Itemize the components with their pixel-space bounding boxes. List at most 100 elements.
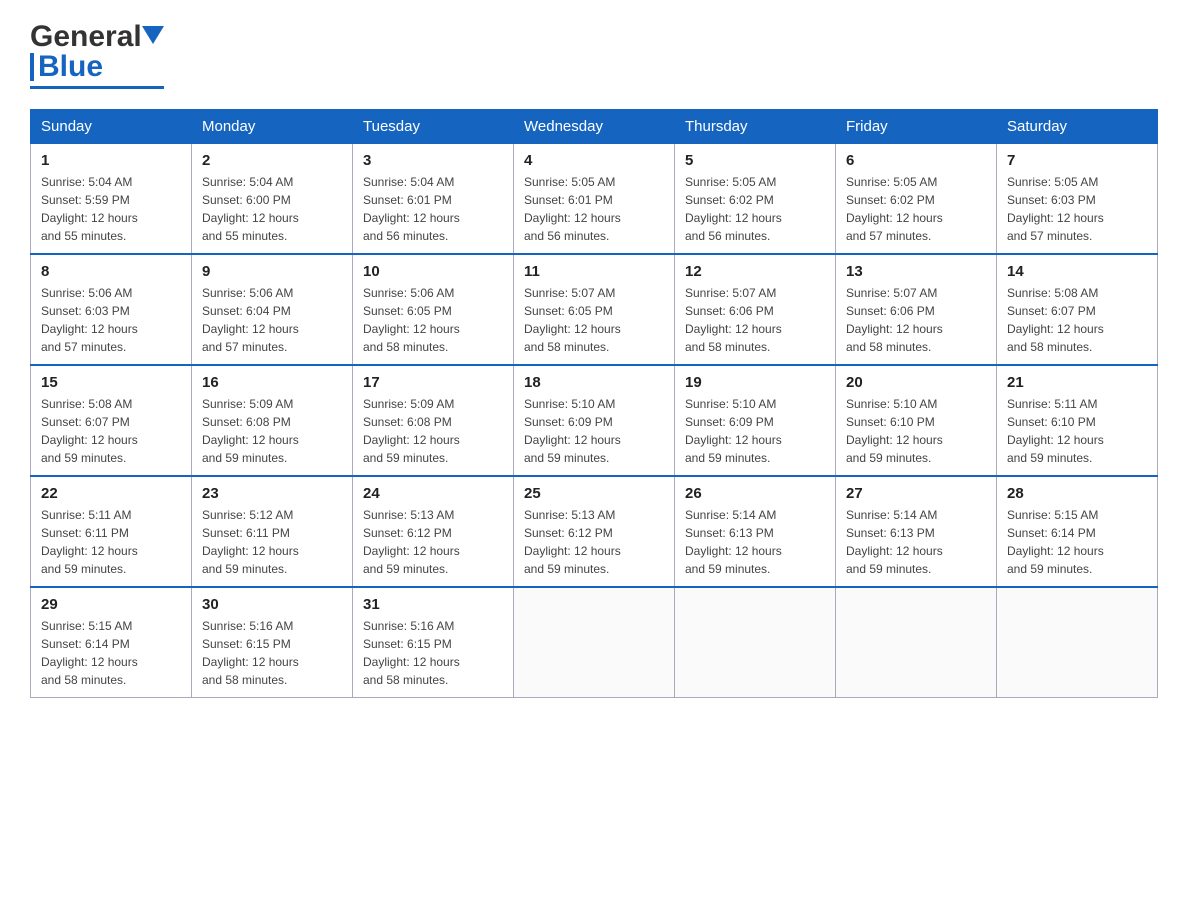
logo-blue-text: Blue xyxy=(38,50,103,84)
day-number: 14 xyxy=(1007,263,1147,280)
day-header-thursday: Thursday xyxy=(675,110,836,144)
day-number: 1 xyxy=(41,152,181,169)
calendar-cell: 18Sunrise: 5:10 AMSunset: 6:09 PMDayligh… xyxy=(514,365,675,476)
calendar-cell xyxy=(675,587,836,698)
logo: General Blue xyxy=(30,20,164,89)
calendar-cell: 31 Sunrise: 5:16 AMSunset: 6:15 PMDayligh… xyxy=(353,587,514,698)
day-info: Sunrise: 5:09 AMSunset: 6:08 PMDaylight:… xyxy=(363,395,503,467)
week-row-2: 8 Sunrise: 5:06 AMSunset: 6:03 PMDaylight… xyxy=(31,254,1158,365)
day-info: Sunrise: 5:13 AMSunset: 6:12 PMDaylight:… xyxy=(524,506,664,578)
day-number: 18 xyxy=(524,374,664,391)
day-header-wednesday: Wednesday xyxy=(514,110,675,144)
day-info: Sunrise: 5:15 AMSunset: 6:14 PMDaylight:… xyxy=(1007,506,1147,578)
week-row-4: 22 Sunrise: 5:11 AMSunset: 6:11 PMDayligh… xyxy=(31,476,1158,587)
day-info: Sunrise: 5:15 AMSunset: 6:14 PMDaylight:… xyxy=(41,617,181,689)
day-number: 19 xyxy=(685,374,825,391)
calendar-cell: 30 Sunrise: 5:16 AMSunset: 6:15 PMDayligh… xyxy=(192,587,353,698)
day-header-saturday: Saturday xyxy=(997,110,1158,144)
day-info: Sunrise: 5:06 AMSunset: 6:05 PMDaylight:… xyxy=(363,284,503,356)
day-number: 25 xyxy=(524,485,664,502)
calendar-cell xyxy=(836,587,997,698)
day-info: Sunrise: 5:11 AMSunset: 6:11 PMDaylight:… xyxy=(41,506,181,578)
day-number: 17 xyxy=(363,374,503,391)
day-number: 30 xyxy=(202,596,342,613)
days-header-row: SundayMondayTuesdayWednesdayThursdayFrid… xyxy=(31,110,1158,144)
day-number: 23 xyxy=(202,485,342,502)
calendar-cell: 20Sunrise: 5:10 AMSunset: 6:10 PMDayligh… xyxy=(836,365,997,476)
calendar-cell xyxy=(514,587,675,698)
day-info: Sunrise: 5:16 AMSunset: 6:15 PMDaylight:… xyxy=(202,617,342,689)
day-header-friday: Friday xyxy=(836,110,997,144)
calendar-cell: 25 Sunrise: 5:13 AMSunset: 6:12 PMDayligh… xyxy=(514,476,675,587)
day-number: 31 xyxy=(363,596,503,613)
day-info: Sunrise: 5:04 AMSunset: 5:59 PMDaylight:… xyxy=(41,173,181,245)
day-info: Sunrise: 5:11 AMSunset: 6:10 PMDaylight:… xyxy=(1007,395,1147,467)
calendar-cell: 15Sunrise: 5:08 AMSunset: 6:07 PMDayligh… xyxy=(31,365,192,476)
day-number: 8 xyxy=(41,263,181,280)
day-info: Sunrise: 5:08 AMSunset: 6:07 PMDaylight:… xyxy=(41,395,181,467)
day-info: Sunrise: 5:07 AMSunset: 6:05 PMDaylight:… xyxy=(524,284,664,356)
calendar-cell: 8 Sunrise: 5:06 AMSunset: 6:03 PMDaylight… xyxy=(31,254,192,365)
day-number: 29 xyxy=(41,596,181,613)
day-info: Sunrise: 5:09 AMSunset: 6:08 PMDaylight:… xyxy=(202,395,342,467)
day-number: 2 xyxy=(202,152,342,169)
calendar-body: 1 Sunrise: 5:04 AMSunset: 5:59 PMDaylight… xyxy=(31,144,1158,698)
day-info: Sunrise: 5:07 AMSunset: 6:06 PMDaylight:… xyxy=(846,284,986,356)
calendar-cell: 28 Sunrise: 5:15 AMSunset: 6:14 PMDayligh… xyxy=(997,476,1158,587)
calendar-cell: 7 Sunrise: 5:05 AMSunset: 6:03 PMDaylight… xyxy=(997,144,1158,255)
day-info: Sunrise: 5:05 AMSunset: 6:03 PMDaylight:… xyxy=(1007,173,1147,245)
day-number: 13 xyxy=(846,263,986,280)
day-info: Sunrise: 5:12 AMSunset: 6:11 PMDaylight:… xyxy=(202,506,342,578)
calendar-cell: 12 Sunrise: 5:07 AMSunset: 6:06 PMDayligh… xyxy=(675,254,836,365)
calendar-cell: 21Sunrise: 5:11 AMSunset: 6:10 PMDayligh… xyxy=(997,365,1158,476)
logo-underline xyxy=(30,86,164,89)
calendar-cell: 10 Sunrise: 5:06 AMSunset: 6:05 PMDayligh… xyxy=(353,254,514,365)
day-info: Sunrise: 5:07 AMSunset: 6:06 PMDaylight:… xyxy=(685,284,825,356)
day-number: 22 xyxy=(41,485,181,502)
day-number: 24 xyxy=(363,485,503,502)
week-row-5: 29 Sunrise: 5:15 AMSunset: 6:14 PMDayligh… xyxy=(31,587,1158,698)
calendar-header: SundayMondayTuesdayWednesdayThursdayFrid… xyxy=(31,110,1158,144)
logo-general-text: General xyxy=(30,20,142,54)
day-info: Sunrise: 5:05 AMSunset: 6:01 PMDaylight:… xyxy=(524,173,664,245)
day-number: 28 xyxy=(1007,485,1147,502)
calendar-cell: 13 Sunrise: 5:07 AMSunset: 6:06 PMDayligh… xyxy=(836,254,997,365)
page-header: General Blue xyxy=(30,20,1158,89)
day-number: 6 xyxy=(846,152,986,169)
day-info: Sunrise: 5:13 AMSunset: 6:12 PMDaylight:… xyxy=(363,506,503,578)
day-number: 4 xyxy=(524,152,664,169)
calendar-cell: 16 Sunrise: 5:09 AMSunset: 6:08 PMDayligh… xyxy=(192,365,353,476)
day-number: 12 xyxy=(685,263,825,280)
day-number: 3 xyxy=(363,152,503,169)
calendar-cell: 14 Sunrise: 5:08 AMSunset: 6:07 PMDayligh… xyxy=(997,254,1158,365)
day-number: 16 xyxy=(202,374,342,391)
calendar-cell xyxy=(997,587,1158,698)
calendar-cell: 2 Sunrise: 5:04 AMSunset: 6:00 PMDaylight… xyxy=(192,144,353,255)
day-info: Sunrise: 5:10 AMSunset: 6:09 PMDaylight:… xyxy=(685,395,825,467)
calendar-cell: 5Sunrise: 5:05 AMSunset: 6:02 PMDaylight… xyxy=(675,144,836,255)
day-info: Sunrise: 5:08 AMSunset: 6:07 PMDaylight:… xyxy=(1007,284,1147,356)
day-number: 10 xyxy=(363,263,503,280)
calendar-cell: 6 Sunrise: 5:05 AMSunset: 6:02 PMDaylight… xyxy=(836,144,997,255)
calendar-cell: 29 Sunrise: 5:15 AMSunset: 6:14 PMDayligh… xyxy=(31,587,192,698)
day-info: Sunrise: 5:14 AMSunset: 6:13 PMDaylight:… xyxy=(685,506,825,578)
calendar-cell: 26 Sunrise: 5:14 AMSunset: 6:13 PMDayligh… xyxy=(675,476,836,587)
calendar-cell: 3Sunrise: 5:04 AMSunset: 6:01 PMDaylight… xyxy=(353,144,514,255)
day-number: 26 xyxy=(685,485,825,502)
day-info: Sunrise: 5:05 AMSunset: 6:02 PMDaylight:… xyxy=(846,173,986,245)
calendar-cell: 11 Sunrise: 5:07 AMSunset: 6:05 PMDayligh… xyxy=(514,254,675,365)
logo-triangle-icon xyxy=(142,26,164,48)
day-number: 9 xyxy=(202,263,342,280)
calendar-cell: 19 Sunrise: 5:10 AMSunset: 6:09 PMDayligh… xyxy=(675,365,836,476)
calendar-cell: 22 Sunrise: 5:11 AMSunset: 6:11 PMDayligh… xyxy=(31,476,192,587)
day-header-tuesday: Tuesday xyxy=(353,110,514,144)
day-number: 11 xyxy=(524,263,664,280)
calendar-cell: 24 Sunrise: 5:13 AMSunset: 6:12 PMDayligh… xyxy=(353,476,514,587)
day-info: Sunrise: 5:16 AMSunset: 6:15 PMDaylight:… xyxy=(363,617,503,689)
calendar-cell: 9 Sunrise: 5:06 AMSunset: 6:04 PMDaylight… xyxy=(192,254,353,365)
day-number: 7 xyxy=(1007,152,1147,169)
day-info: Sunrise: 5:04 AMSunset: 6:00 PMDaylight:… xyxy=(202,173,342,245)
day-info: Sunrise: 5:06 AMSunset: 6:04 PMDaylight:… xyxy=(202,284,342,356)
day-info: Sunrise: 5:06 AMSunset: 6:03 PMDaylight:… xyxy=(41,284,181,356)
day-header-sunday: Sunday xyxy=(31,110,192,144)
